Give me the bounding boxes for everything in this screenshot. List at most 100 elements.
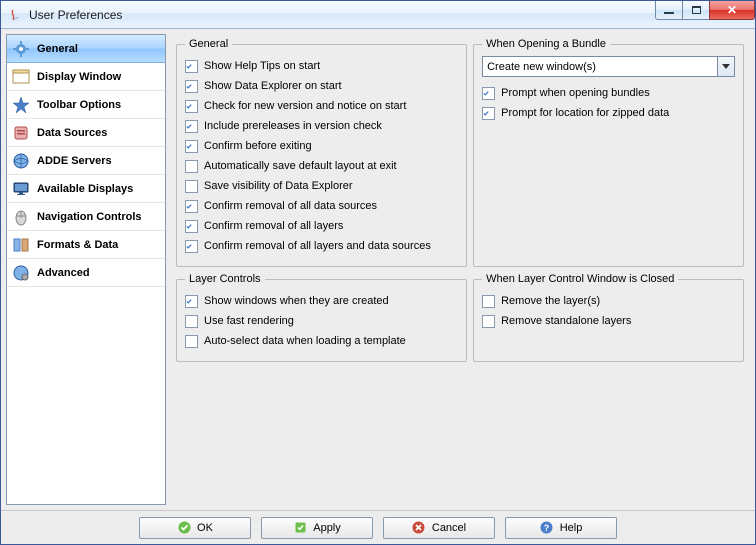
content-panel: General Show Help Tips on start Show Data…: [166, 34, 750, 505]
checkbox[interactable]: [185, 80, 198, 93]
general-option: Check for new version and notice on star…: [185, 96, 458, 116]
sidebar-item-label: ADDE Servers: [37, 155, 112, 167]
combo-button[interactable]: [717, 57, 734, 76]
group-legend: Layer Controls: [185, 273, 265, 285]
svg-text:?: ?: [544, 523, 550, 533]
checkbox[interactable]: [185, 200, 198, 213]
ok-button[interactable]: OK: [139, 517, 251, 539]
button-label: Cancel: [432, 522, 466, 534]
sidebar-item-data-sources[interactable]: Data Sources: [7, 119, 165, 147]
formats-icon: [11, 235, 31, 255]
checkbox-label: Automatically save default layout at exi…: [204, 160, 397, 172]
checkbox[interactable]: [185, 100, 198, 113]
sidebar-item-label: General: [37, 43, 78, 55]
gear-icon: [11, 39, 31, 59]
bundle-option: Prompt for location for zipped data: [482, 103, 735, 123]
layer-controls-option: Show windows when they are created: [185, 291, 458, 311]
checkbox-label: Prompt when opening bundles: [501, 87, 650, 99]
general-option: Automatically save default layout at exi…: [185, 156, 458, 176]
general-option: Save visibility of Data Explorer: [185, 176, 458, 196]
checkbox[interactable]: [185, 315, 198, 328]
general-option: Include prereleases in version check: [185, 116, 458, 136]
general-option: Confirm removal of all layers and data s…: [185, 236, 458, 256]
sidebar-item-label: Display Window: [37, 71, 121, 83]
ok-icon: [177, 521, 191, 535]
group-layer-closed: When Layer Control Window is Closed Remo…: [473, 273, 744, 362]
checkbox-label: Prompt for location for zipped data: [501, 107, 669, 119]
checkbox-label: Confirm removal of all data sources: [204, 200, 377, 212]
close-button[interactable]: ✕: [709, 1, 755, 20]
checkbox[interactable]: [482, 107, 495, 120]
general-option: Confirm removal of all layers: [185, 216, 458, 236]
checkbox-label: Show Data Explorer on start: [204, 80, 342, 92]
bundle-option: Prompt when opening bundles: [482, 83, 735, 103]
close-icon: ✕: [727, 4, 737, 16]
mouse-icon: [11, 207, 31, 227]
checkbox[interactable]: [185, 180, 198, 193]
sidebar-item-toolbar-options[interactable]: Toolbar Options: [7, 91, 165, 119]
general-option: Show Data Explorer on start: [185, 76, 458, 96]
sidebar-item-display-window[interactable]: Display Window: [7, 63, 165, 91]
monitor-icon: [11, 179, 31, 199]
checkbox[interactable]: [482, 295, 495, 308]
sidebar-item-adde-servers[interactable]: ADDE Servers: [7, 147, 165, 175]
checkbox-label: Show Help Tips on start: [204, 60, 320, 72]
sidebar-item-general[interactable]: General: [7, 35, 165, 63]
sidebar-item-available-displays[interactable]: Available Displays: [7, 175, 165, 203]
checkbox-label: Remove the layer(s): [501, 295, 600, 307]
checkbox-label: Save visibility of Data Explorer: [204, 180, 353, 192]
sidebar-item-label: Data Sources: [37, 127, 107, 139]
titlebar: User Preferences ✕: [1, 1, 755, 29]
group-legend: General: [185, 38, 232, 50]
checkbox[interactable]: [185, 295, 198, 308]
checkbox[interactable]: [185, 220, 198, 233]
sidebar: General Display Window Toolbar Options D…: [6, 34, 166, 505]
checkbox[interactable]: [185, 160, 198, 173]
checkbox-label: Confirm removal of all layers and data s…: [204, 240, 431, 252]
checkbox[interactable]: [185, 335, 198, 348]
minimize-button[interactable]: [655, 1, 683, 20]
group-layer-controls: Layer Controls Show windows when they ar…: [176, 273, 467, 362]
cancel-button[interactable]: Cancel: [383, 517, 495, 539]
button-label: Apply: [313, 522, 341, 534]
sidebar-item-advanced[interactable]: Advanced: [7, 259, 165, 287]
group-general: General Show Help Tips on start Show Data…: [176, 38, 467, 267]
window-title: User Preferences: [29, 8, 122, 22]
layer-closed-option: Remove standalone layers: [482, 311, 735, 331]
bundle-action-combo[interactable]: Create new window(s): [482, 56, 735, 77]
general-option: Confirm removal of all data sources: [185, 196, 458, 216]
apply-icon: [293, 521, 307, 535]
checkbox[interactable]: [185, 140, 198, 153]
maximize-button[interactable]: [682, 1, 710, 20]
group-legend: When Layer Control Window is Closed: [482, 273, 678, 285]
java-icon: [7, 7, 23, 23]
help-icon: ?: [540, 521, 554, 535]
sidebar-item-navigation-controls[interactable]: Navigation Controls: [7, 203, 165, 231]
combo-value: Create new window(s): [483, 61, 717, 73]
help-button[interactable]: ? Help: [505, 517, 617, 539]
checkbox[interactable]: [482, 315, 495, 328]
general-option: Confirm before exiting: [185, 136, 458, 156]
group-legend: When Opening a Bundle: [482, 38, 610, 50]
checkbox-label: Auto-select data when loading a template: [204, 335, 406, 347]
toolbar-icon: [11, 95, 31, 115]
checkbox[interactable]: [185, 120, 198, 133]
checkbox[interactable]: [185, 240, 198, 253]
maximize-icon: [692, 6, 701, 14]
button-label: OK: [197, 522, 213, 534]
sidebar-item-label: Advanced: [37, 267, 90, 279]
checkbox-label: Confirm removal of all layers: [204, 220, 343, 232]
sidebar-item-formats-data[interactable]: Formats & Data: [7, 231, 165, 259]
checkbox-label: Confirm before exiting: [204, 140, 312, 152]
sidebar-item-label: Navigation Controls: [37, 211, 142, 223]
cancel-icon: [412, 521, 426, 535]
checkbox-label: Include prereleases in version check: [204, 120, 382, 132]
globe-gear-icon: [11, 263, 31, 283]
apply-button[interactable]: Apply: [261, 517, 373, 539]
checkbox[interactable]: [482, 87, 495, 100]
datasource-icon: [11, 123, 31, 143]
general-option: Show Help Tips on start: [185, 56, 458, 76]
checkbox-label: Use fast rendering: [204, 315, 294, 327]
group-bundle: When Opening a Bundle Create new window(…: [473, 38, 744, 267]
checkbox[interactable]: [185, 60, 198, 73]
